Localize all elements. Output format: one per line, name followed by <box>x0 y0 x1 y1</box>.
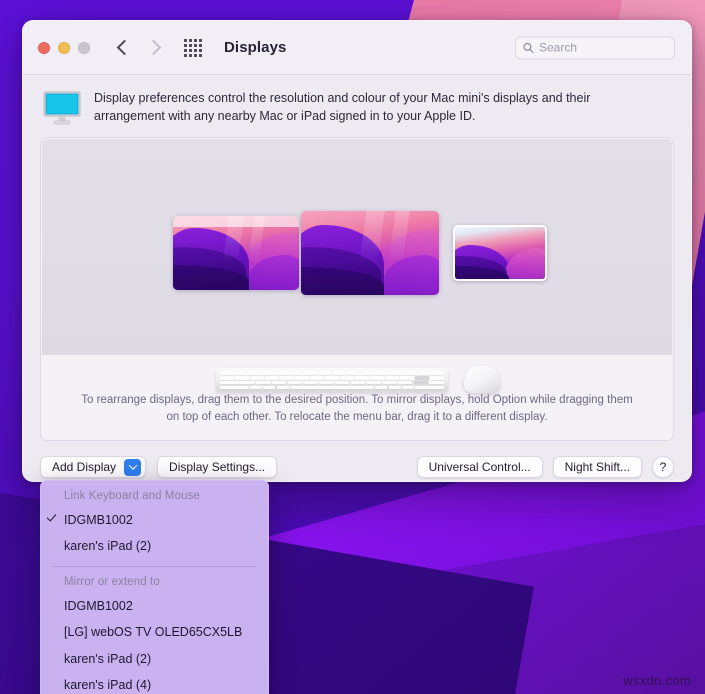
watermark: wsxdn.com <box>623 673 691 688</box>
navigation-controls <box>116 39 162 56</box>
window-content: Display preferences control the resoluti… <box>23 75 691 481</box>
search-icon <box>523 42 534 53</box>
menu-section-header-link: Link Keyboard and Mouse <box>64 490 200 502</box>
magic-mouse-icon <box>464 366 500 394</box>
menu-separator <box>52 566 257 568</box>
arrangement-hint-text: To rearrange displays, drag them to the … <box>81 393 633 423</box>
universal-control-button[interactable]: Universal Control... <box>416 456 543 479</box>
checkmark-icon <box>46 511 57 522</box>
display-thumbnail-1[interactable] <box>173 216 299 291</box>
menu-item-label: karen's iPad (4) <box>64 677 152 692</box>
add-display-label: Add Display <box>52 460 117 475</box>
page-title: Displays <box>224 39 287 56</box>
display-settings-button[interactable]: Display Settings... <box>157 456 278 479</box>
arrangement-stage[interactable] <box>42 139 672 356</box>
forward-chevron-icon <box>145 39 162 56</box>
menu-item-mirror-idgmb1002[interactable]: IDGMB1002 <box>40 593 269 619</box>
search-field[interactable] <box>515 36 675 59</box>
display-arrangement-panel[interactable]: To rearrange displays, drag them to the … <box>40 137 674 442</box>
magic-keyboard-icon <box>216 368 448 393</box>
add-display-button[interactable]: Add Display <box>40 456 147 479</box>
help-button[interactable]: ? <box>652 456 674 479</box>
all-preferences-grid-icon[interactable] <box>184 38 202 57</box>
display-monitor-icon <box>43 91 81 125</box>
chevron-down-icon[interactable] <box>124 458 142 476</box>
menu-item-mirror-karens-ipad-2[interactable]: karen's iPad (2) <box>40 646 269 672</box>
menu-item-label: [LG] webOS TV OLED65CX5LB <box>64 625 243 640</box>
display-thumbnail-2[interactable] <box>301 211 439 296</box>
menu-item-mirror-lg-tv[interactable]: [LG] webOS TV OLED65CX5LB <box>40 619 269 645</box>
menu-item-label: IDGMB1002 <box>64 513 133 527</box>
menu-bar-strip[interactable] <box>173 216 299 228</box>
intro-description: Display preferences control the resoluti… <box>94 91 591 124</box>
intro-section: Display preferences control the resoluti… <box>40 88 674 137</box>
window-titlebar: Displays <box>23 21 691 75</box>
display-thumbnail-3[interactable] <box>453 225 547 282</box>
button-row: Add Display Display Settings... Universa… <box>40 452 674 481</box>
menu-item-link-idgmb1002[interactable]: IDGMB1002 <box>40 507 269 533</box>
menu-item-link-karens-ipad-2[interactable]: karen's iPad (2) <box>40 533 269 559</box>
ipad-screen <box>455 227 545 280</box>
close-button[interactable] <box>38 41 50 54</box>
displays-preferences-window: Displays Display preferences control the… <box>22 20 692 482</box>
menu-item-mirror-karens-ipad-4[interactable]: karen's iPad (4) <box>40 672 269 694</box>
traffic-lights <box>38 41 90 54</box>
add-display-dropdown-menu[interactable]: Link Keyboard and Mouse IDGMB1002 karen'… <box>40 480 269 694</box>
minimize-button[interactable] <box>58 41 70 54</box>
menu-item-label: karen's iPad (2) <box>64 539 152 554</box>
right-button-group: Universal Control... Night Shift... ? <box>416 456 674 479</box>
menu-section-header-mirror: Mirror or extend to <box>64 576 160 589</box>
menu-item-label: IDGMB1002 <box>64 599 133 614</box>
night-shift-button[interactable]: Night Shift... <box>552 456 642 479</box>
menu-item-label: karen's iPad (2) <box>64 651 152 666</box>
zoom-button[interactable] <box>78 41 90 54</box>
search-input[interactable] <box>539 40 659 55</box>
back-chevron-icon[interactable] <box>116 39 133 56</box>
